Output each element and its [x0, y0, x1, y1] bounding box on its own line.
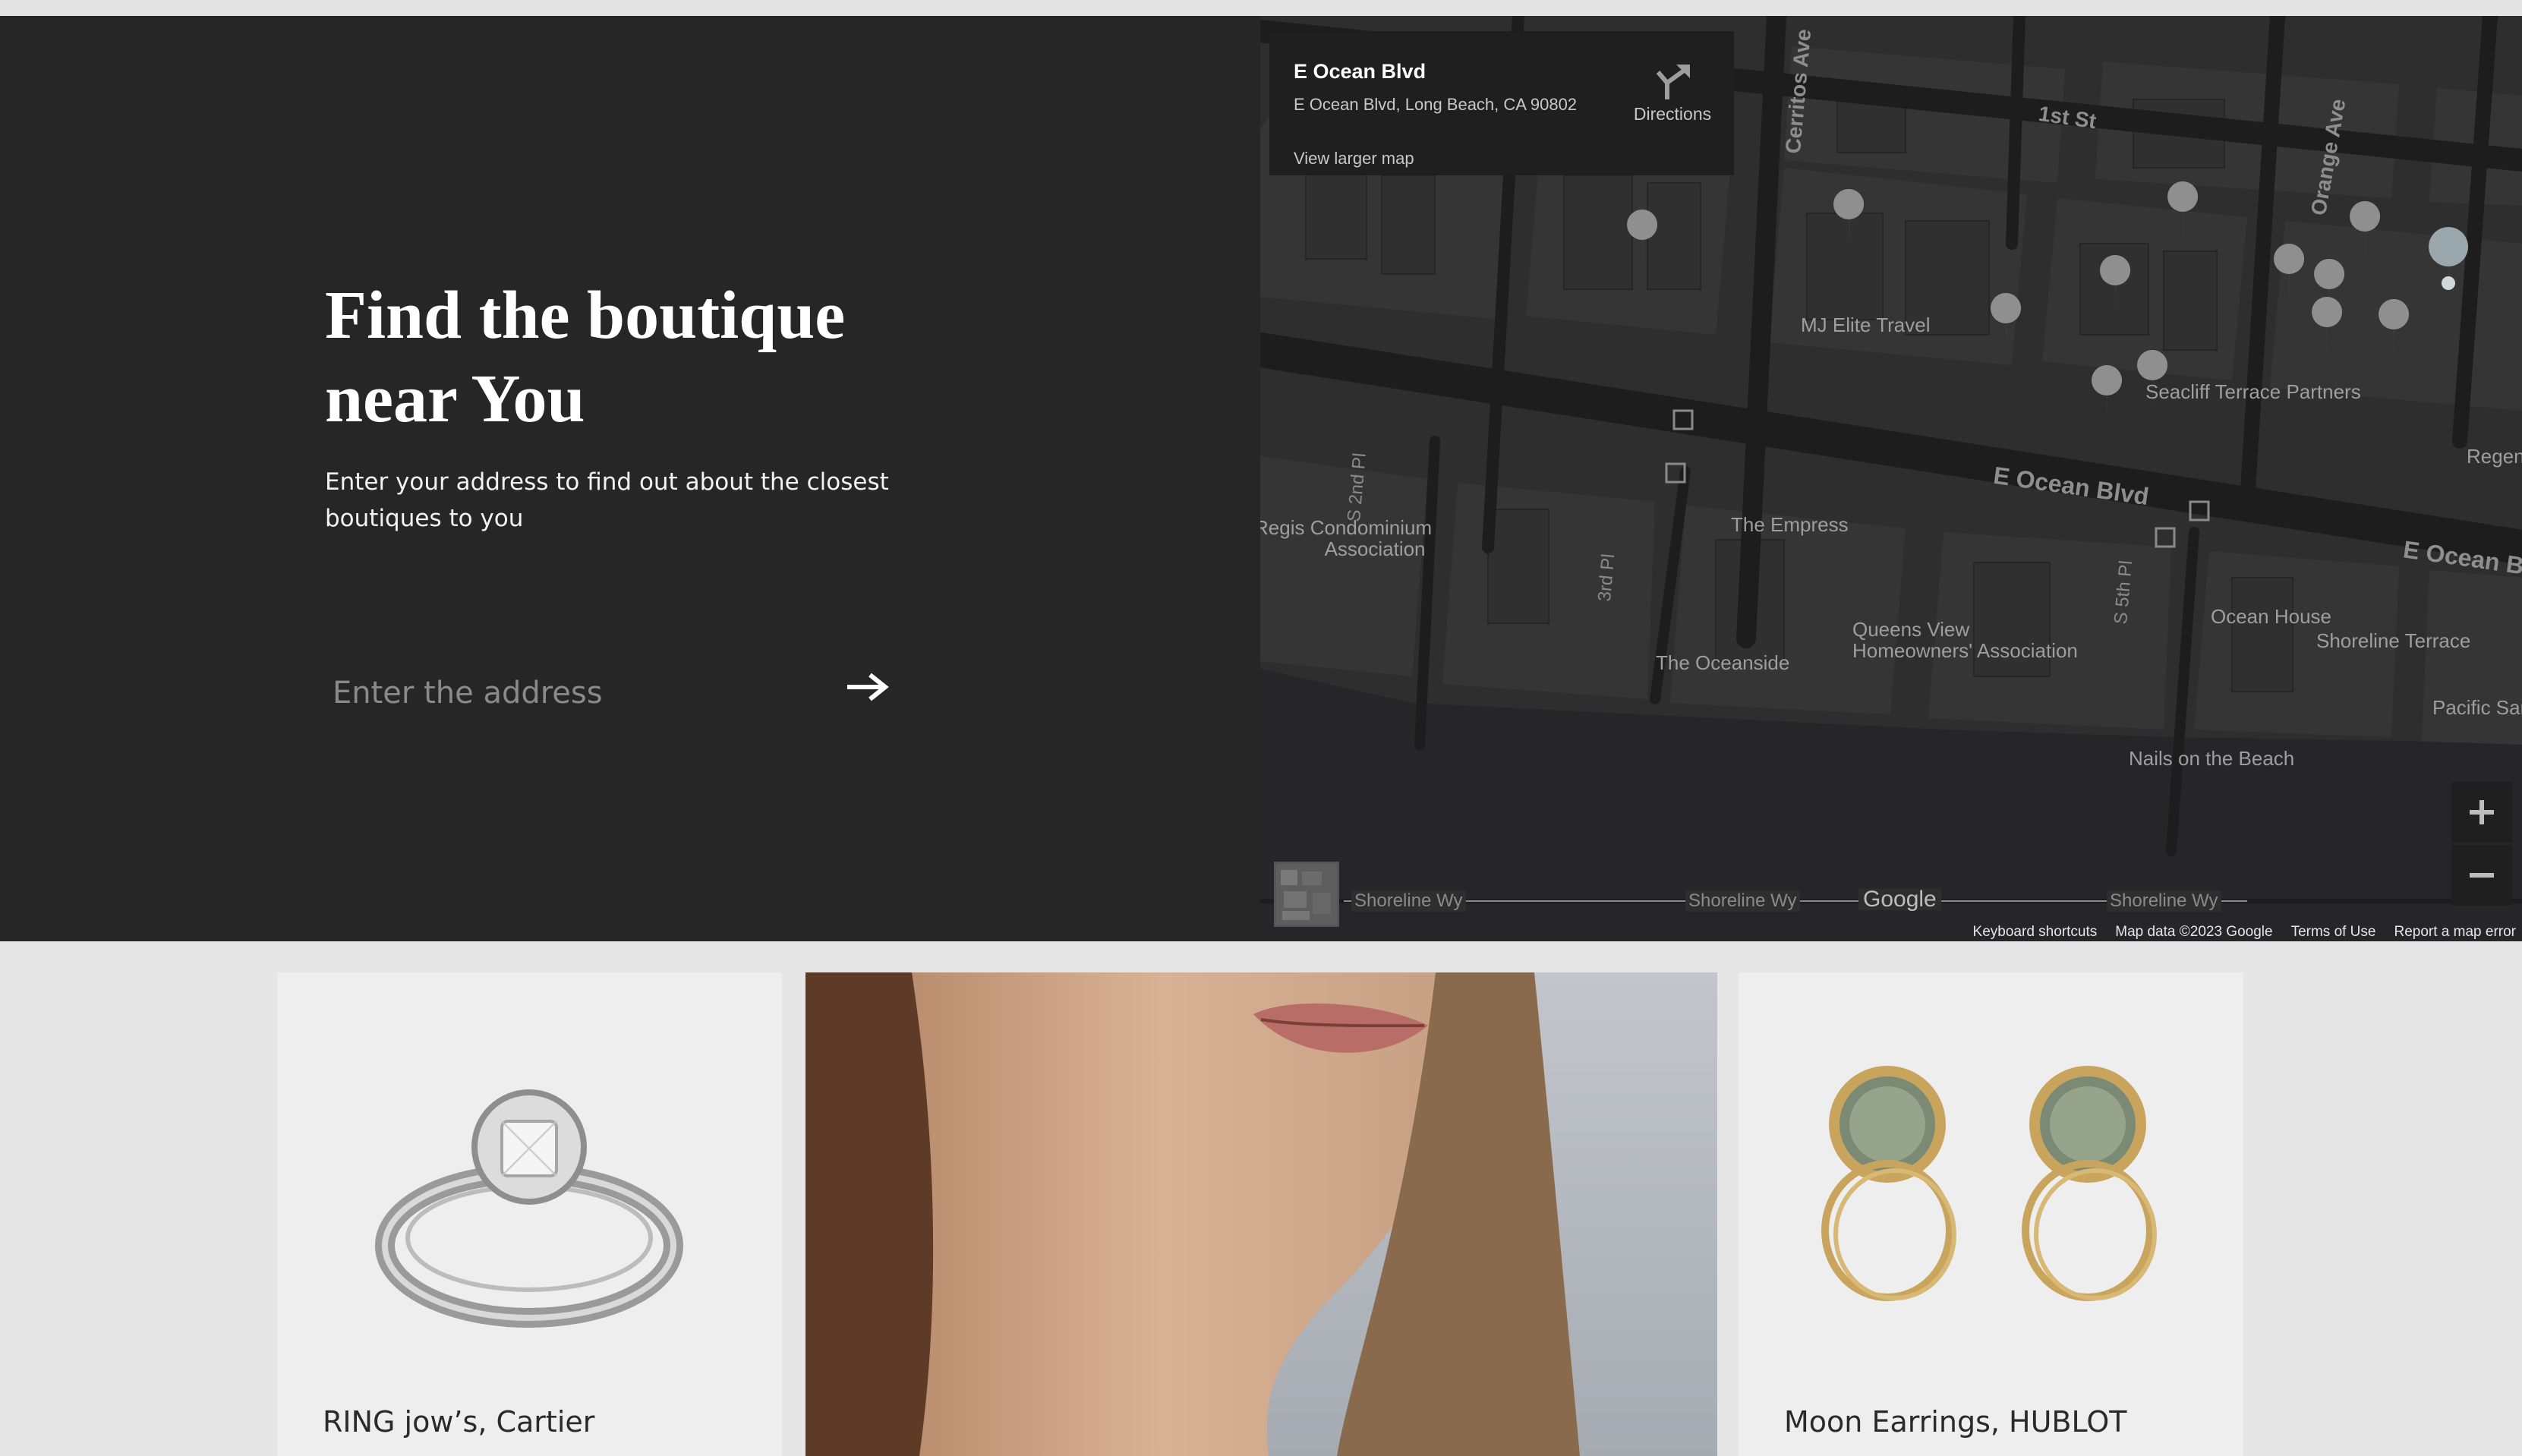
street-label-3rd-pl: 3rd Pl — [1594, 553, 1619, 603]
minus-icon — [2470, 873, 2494, 878]
address-input[interactable] — [325, 663, 811, 723]
finder-description-line1: Enter your address to find out about the… — [325, 468, 889, 496]
product-label-ring: RING jow’s, Cartier — [323, 1405, 595, 1439]
place-info-card: E Ocean Blvd E Ocean Blvd, Long Beach, C… — [1269, 31, 1734, 175]
finder-description-line2: boutiques to you — [325, 505, 524, 532]
view-larger-map-link[interactable]: View larger map — [1294, 149, 1414, 169]
place-label-mj-elite[interactable]: MJ Elite Travel — [1801, 314, 1931, 336]
place-label-queens-line2: Homeowners' Association — [1852, 639, 2078, 662]
finder-title: Find the boutique near You — [325, 274, 932, 441]
directions-button[interactable]: Directions — [1623, 60, 1722, 136]
place-label-nails[interactable]: Nails on the Beach — [2129, 748, 2294, 769]
place-label-seacliff[interactable]: Seacliff Terrace Partners — [2145, 381, 2361, 402]
map-attribution: Keyboard shortcuts Map data ©2023 Google… — [1973, 923, 2522, 941]
place-label-regis-line2: Association — [1324, 537, 1426, 560]
place-label-shoreline-terrace[interactable]: Shoreline Terrace — [2316, 630, 2470, 651]
finder-title-line2: near You — [325, 361, 585, 436]
place-label-regis-line1: Regis Condominium — [1260, 516, 1433, 539]
product-card-earrings[interactable]: Moon Earrings, HUBLOT — [1739, 972, 2243, 1456]
place-label-queens-line1: Queens View — [1852, 618, 1970, 641]
place-address: E Ocean Blvd, Long Beach, CA 90802 — [1294, 95, 1578, 114]
street-label-shoreline-2: Shoreline Wy — [1685, 890, 1800, 912]
model-photo-card — [805, 972, 1717, 1456]
boutique-finder-panel: Find the boutique near You Enter your ad… — [0, 16, 1260, 941]
satellite-view-toggle[interactable] — [1274, 862, 1339, 927]
place-label-regis[interactable]: Regis Condominium Association — [1260, 517, 1432, 559]
directions-icon — [1656, 65, 1690, 99]
place-label-ocean-house[interactable]: Ocean House — [2211, 606, 2331, 627]
product-card-ring[interactable]: RING jow’s, Cartier — [277, 972, 782, 1456]
zoom-out-button[interactable] — [2451, 845, 2512, 906]
place-label-regent[interactable]: Regent — [2467, 446, 2522, 467]
arrow-right-icon — [847, 673, 889, 701]
place-label-empress[interactable]: The Empress — [1731, 514, 1849, 535]
report-map-error-link[interactable]: Report a map error — [2394, 923, 2516, 941]
finder-description: Enter your address to find out about the… — [325, 464, 902, 537]
zoom-in-button[interactable] — [2451, 782, 2512, 843]
map-embed[interactable]: Cerritos Ave 1st St Orange Ave E Ocean B… — [1260, 16, 2522, 941]
place-label-oceanside[interactable]: The Oceanside — [1656, 652, 1789, 673]
street-label-shoreline-3: Shoreline Wy — [2107, 890, 2221, 912]
directions-label: Directions — [1633, 104, 1712, 124]
street-label-shoreline-1: Shoreline Wy — [1351, 890, 1466, 912]
place-label-pacific[interactable]: Pacific Sand — [2432, 697, 2522, 718]
plus-icon — [2470, 800, 2494, 824]
top-strip — [0, 0, 2522, 16]
google-logo: Google — [1858, 888, 1941, 911]
model-photo-image — [805, 972, 1717, 1456]
keyboard-shortcuts-link[interactable]: Keyboard shortcuts — [1973, 923, 2098, 941]
satellite-thumbnail-icon — [1276, 864, 1337, 925]
ring-image — [375, 1089, 683, 1328]
map-data-credit: Map data ©2023 Google — [2115, 924, 2273, 940]
finder-title-line1: Find the boutique — [325, 278, 846, 353]
product-label-earrings: Moon Earrings, HUBLOT — [1784, 1405, 2127, 1439]
place-label-queens[interactable]: Queens View Homeowners' Association — [1852, 619, 2078, 661]
earrings-image — [1821, 1066, 2157, 1301]
submit-address-button[interactable] — [841, 666, 894, 708]
terms-of-use-link[interactable]: Terms of Use — [2291, 923, 2376, 941]
place-name: E Ocean Blvd — [1294, 60, 1427, 83]
